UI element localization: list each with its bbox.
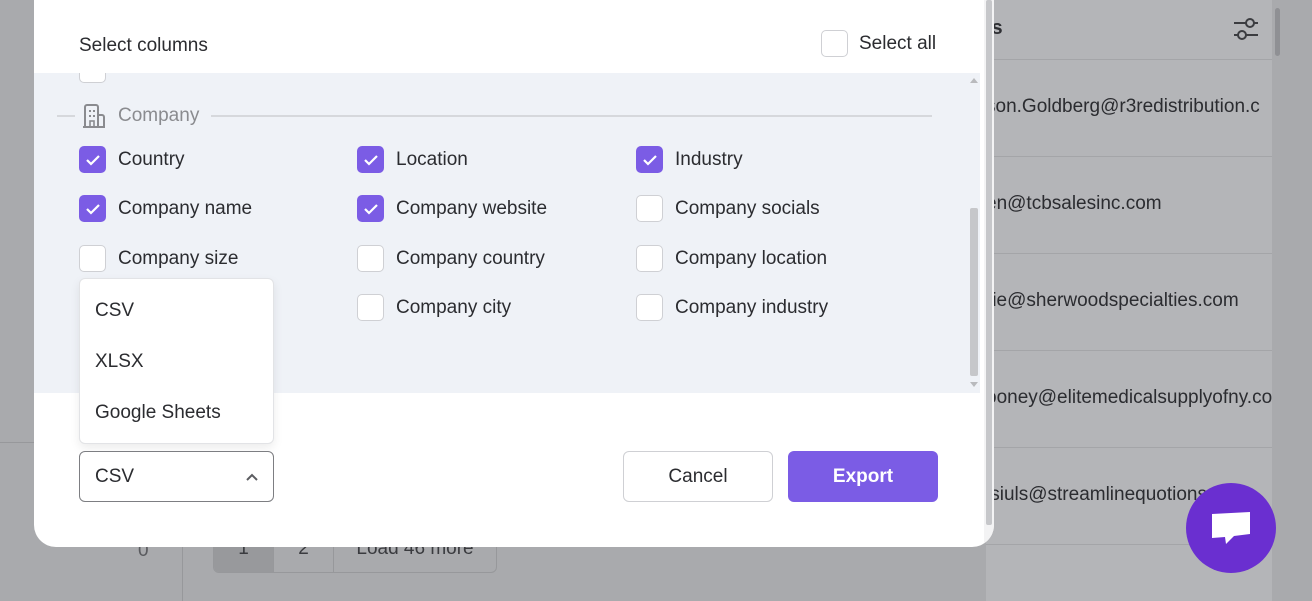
table-row: en@tcbsalesinc.com xyxy=(986,157,1272,254)
chevron-up-icon xyxy=(246,473,258,481)
background-table-header: ls xyxy=(986,0,1272,60)
column-option-company-location[interactable]: Company location xyxy=(636,245,827,272)
column-label: Company size xyxy=(118,247,239,269)
export-modal: Select columns Select all Company Countr… xyxy=(34,0,994,547)
table-row: son.Goldberg@r3redistribution.c xyxy=(986,60,1272,157)
column-option-company-industry[interactable]: Company industry xyxy=(636,294,828,321)
checkbox[interactable] xyxy=(636,245,663,272)
check-icon xyxy=(363,154,378,166)
column-label: Company name xyxy=(118,197,253,219)
email-cell: son.Goldberg@r3redistribution.c xyxy=(986,96,1260,117)
column-option-company-website[interactable]: Company website xyxy=(357,195,547,222)
checkbox[interactable] xyxy=(636,195,663,222)
group-title: Company xyxy=(118,105,200,126)
page-scrollbar-track xyxy=(1272,0,1312,601)
format-dropdown-menu: CSV XLSX Google Sheets xyxy=(79,278,274,444)
checkbox[interactable] xyxy=(79,245,106,272)
columns-scrollbar-thumb[interactable] xyxy=(970,208,978,376)
checkbox[interactable] xyxy=(79,73,106,83)
format-option-google-sheets[interactable]: Google Sheets xyxy=(95,402,221,424)
check-icon xyxy=(363,203,378,215)
company-group-header: Company xyxy=(57,103,932,129)
column-option-industry[interactable]: Industry xyxy=(636,146,743,173)
column-label: Company city xyxy=(396,296,512,318)
column-label: Industry xyxy=(675,148,743,170)
checkbox[interactable] xyxy=(636,146,663,173)
checkbox[interactable] xyxy=(636,294,663,321)
format-selected-value: CSV xyxy=(95,466,135,487)
scroll-down-arrow-icon[interactable] xyxy=(970,382,978,387)
column-label: Company socials xyxy=(675,197,820,219)
column-label: Company website xyxy=(396,197,548,219)
email-cell: en@tcbsalesinc.com xyxy=(986,193,1162,214)
filter-settings-icon[interactable] xyxy=(1232,16,1260,42)
column-option-company-socials[interactable]: Company socials xyxy=(636,195,820,222)
column-label: Location xyxy=(396,148,468,170)
group-divider xyxy=(57,115,75,117)
checkbox[interactable] xyxy=(357,146,384,173)
column-option-company-country[interactable]: Company country xyxy=(357,245,545,272)
select-all-checkbox[interactable]: Select all xyxy=(821,30,936,57)
format-select[interactable]: CSV xyxy=(79,451,274,502)
chat-bubble-icon xyxy=(1212,512,1250,544)
check-icon xyxy=(642,154,657,166)
column-label: Company industry xyxy=(675,296,829,318)
column-option-company-city[interactable]: Company city xyxy=(357,294,511,321)
export-button[interactable]: Export xyxy=(788,451,938,502)
email-cell: ooney@elitemedicalsupplyofny.co xyxy=(986,387,1273,408)
table-row: ooney@elitemedicalsupplyofny.co xyxy=(986,351,1272,448)
column-label: Country xyxy=(118,148,185,170)
check-icon xyxy=(85,203,100,215)
scroll-up-arrow-icon[interactable] xyxy=(970,78,978,83)
column-label: Company country xyxy=(396,247,545,269)
group-divider xyxy=(211,115,932,117)
column-option-country[interactable]: Country xyxy=(79,146,185,173)
column-option-location[interactable]: Location xyxy=(357,146,468,173)
cancel-button[interactable]: Cancel xyxy=(623,451,773,502)
checkbox[interactable] xyxy=(79,195,106,222)
format-option-csv[interactable]: CSV xyxy=(95,300,134,322)
select-columns-title: Select columns xyxy=(79,35,208,56)
check-icon xyxy=(85,154,100,166)
table-row: rie@sherwoodspecialties.com xyxy=(986,254,1272,351)
column-option-company-name[interactable]: Company name xyxy=(79,195,252,222)
modal-scrollbar-thumb[interactable] xyxy=(986,0,992,525)
building-icon xyxy=(83,104,105,128)
checkbox[interactable] xyxy=(357,294,384,321)
select-all-label: Select all xyxy=(859,32,937,54)
checkbox[interactable] xyxy=(357,245,384,272)
checkbox[interactable] xyxy=(357,195,384,222)
format-option-xlsx[interactable]: XLSX xyxy=(95,351,144,373)
email-cell: rie@sherwoodspecialties.com xyxy=(986,290,1239,311)
chat-launcher-button[interactable] xyxy=(1186,483,1276,573)
column-option-company-size[interactable]: Company size xyxy=(79,245,238,272)
checkbox[interactable] xyxy=(79,146,106,173)
page-scrollbar-thumb[interactable] xyxy=(1275,8,1280,56)
column-label: Company location xyxy=(675,247,828,269)
checkbox[interactable] xyxy=(821,30,848,57)
